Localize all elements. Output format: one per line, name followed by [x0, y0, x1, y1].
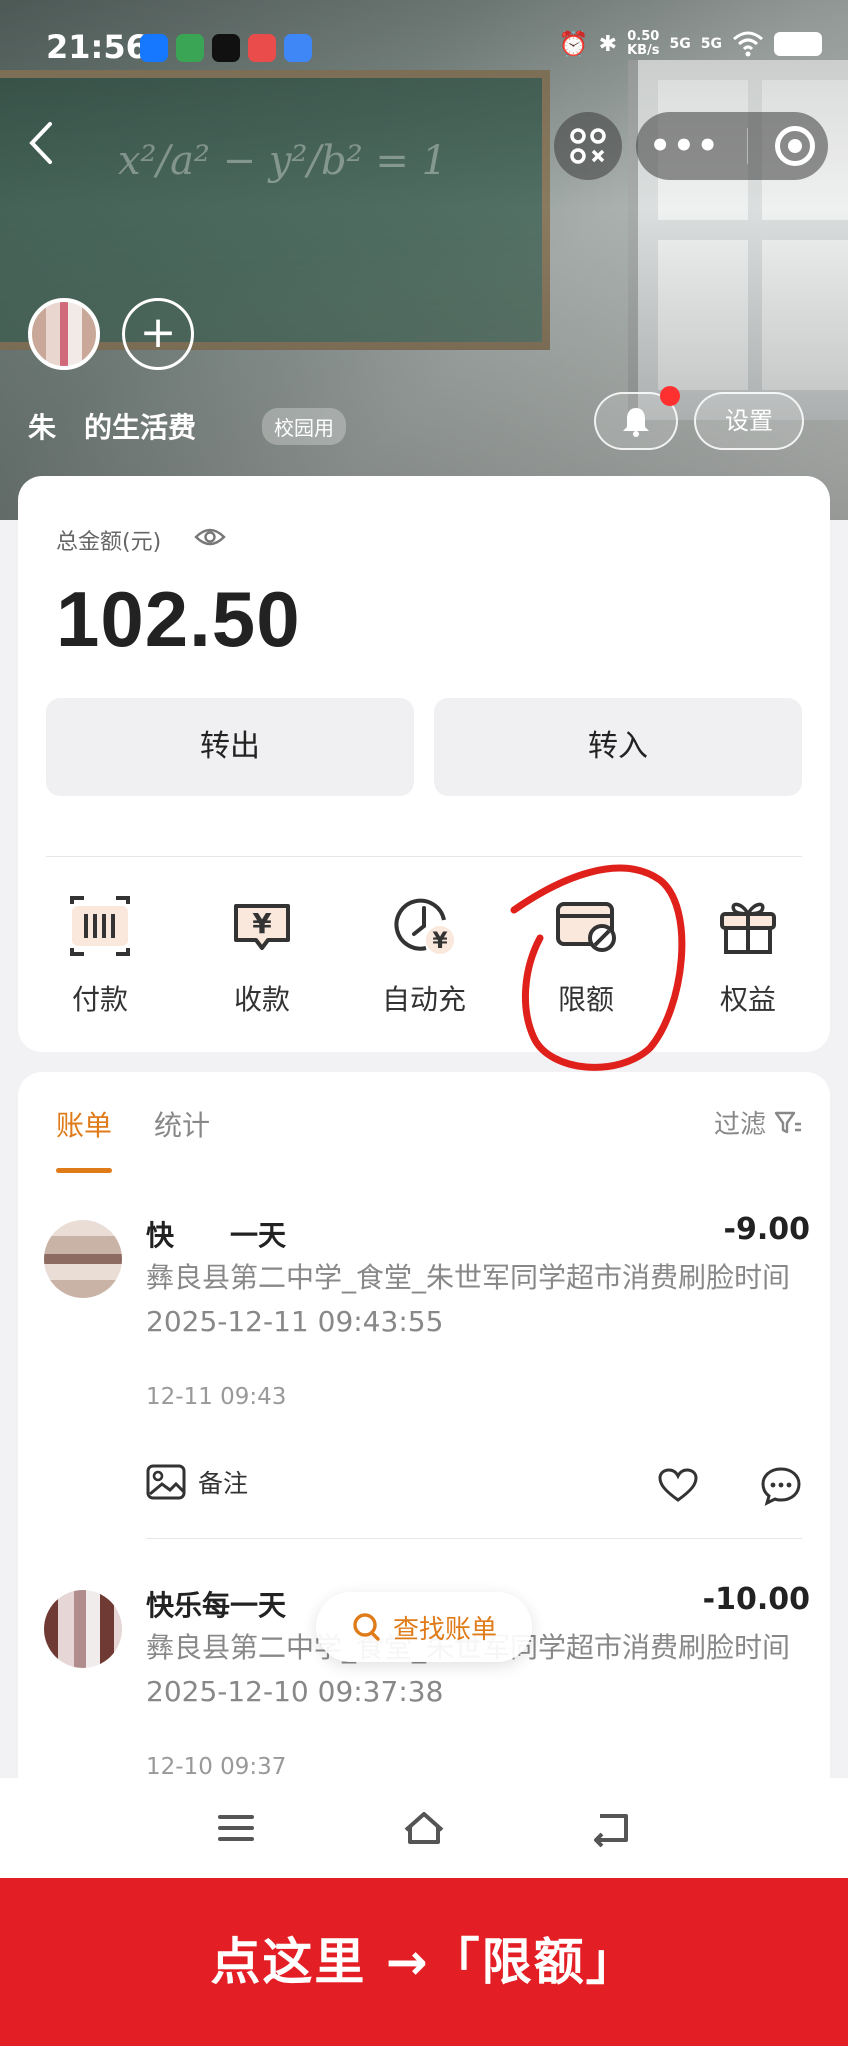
transfer-in-button[interactable]: 转入	[434, 698, 802, 796]
back-nav-icon[interactable]	[590, 1808, 634, 1848]
battery-icon	[774, 32, 822, 56]
alipay-icon	[140, 34, 168, 62]
tool-label: 限额	[557, 983, 614, 1016]
bill-title: 快乐每一天	[146, 1589, 287, 1622]
scan-button[interactable]	[554, 112, 622, 180]
bill-list-card: 账单 统计 过滤 快 一天 -9.00 彝良县第二中学_食堂_朱世军同学超市消费…	[18, 1072, 830, 1832]
home-icon[interactable]	[402, 1808, 446, 1848]
mini-program-capsule: •••	[636, 112, 828, 180]
alarm-icon: ⏰	[558, 30, 589, 58]
bill-amount: -10.00	[702, 1582, 810, 1617]
balance-amount: 102.50	[56, 575, 301, 663]
notification-icons	[140, 34, 312, 62]
owner-avatar[interactable]	[28, 298, 100, 370]
notification-button[interactable]	[594, 386, 680, 450]
svg-text:¥: ¥	[432, 929, 448, 954]
tiktok-icon	[212, 34, 240, 62]
bell-icon	[623, 408, 649, 437]
svg-text:¥: ¥	[252, 907, 272, 940]
unread-dot	[660, 386, 680, 406]
close-program-button[interactable]	[774, 126, 815, 166]
app-red-icon	[248, 34, 276, 62]
back-button[interactable]	[26, 118, 66, 174]
eye-icon[interactable]	[194, 526, 226, 548]
note-label: 备注	[198, 1469, 249, 1498]
payment-code-icon	[70, 896, 130, 956]
tool-pay[interactable]: 付款	[30, 890, 170, 1018]
tab-statistics[interactable]: 统计	[154, 1104, 210, 1144]
find-bill-label: 查找账单	[392, 1614, 497, 1645]
signal-icon: 5G	[669, 36, 691, 52]
add-note-button[interactable]: 备注	[146, 1464, 248, 1500]
chevron-left-icon	[29, 122, 52, 164]
search-icon	[353, 1613, 380, 1641]
menu-icon[interactable]	[214, 1808, 258, 1848]
divider	[146, 1538, 802, 1539]
bluetooth-icon: ✱	[598, 31, 618, 57]
app-blue-icon	[284, 34, 312, 62]
payee-avatar	[44, 1220, 122, 1298]
bill-time: 12-11 09:43	[146, 1384, 287, 1410]
more-menu-button[interactable]: •••	[649, 126, 720, 166]
tool-label: 权益	[719, 983, 776, 1016]
scan-icon	[570, 128, 606, 164]
status-time: 21:56	[46, 28, 148, 66]
gift-icon	[720, 902, 776, 954]
tool-limit[interactable]: 限额	[516, 890, 656, 1018]
comment-icon[interactable]	[760, 1466, 802, 1506]
net-speed: 0.50 KB/s	[627, 29, 660, 58]
active-tab-indicator	[56, 1168, 112, 1173]
filter-button[interactable]: 过滤	[714, 1104, 802, 1141]
signal-icon: 5G	[700, 36, 722, 52]
tool-label: 自动充	[381, 983, 466, 1016]
app-green-icon	[176, 34, 204, 62]
image-icon	[146, 1464, 186, 1500]
balance-label: 总金额(元)	[56, 530, 162, 555]
wifi-icon	[733, 31, 763, 57]
balance-card: 总金额(元) 102.50 转出 转入 付款 ¥ 收款 ¥ 自动充 限额 权益	[18, 476, 830, 1052]
system-navigation-bar	[0, 1778, 848, 1878]
filter-label: 过滤	[713, 1110, 766, 1140]
heart-icon[interactable]	[658, 1468, 698, 1504]
campus-badge: 校园用	[262, 408, 346, 445]
tool-receive[interactable]: ¥ 收款	[192, 890, 332, 1018]
bill-title: 快 一天	[146, 1219, 287, 1252]
instruction-banner: 点这里 →「限额」	[0, 1878, 848, 2046]
receive-yuan-icon: ¥	[234, 904, 290, 950]
tool-label: 付款	[71, 983, 128, 1016]
bill-time: 12-10 09:37	[146, 1754, 287, 1780]
tab-bills[interactable]: 账单	[56, 1104, 112, 1144]
divider	[46, 856, 802, 857]
tool-benefits[interactable]: 权益	[678, 890, 818, 1018]
payee-avatar	[44, 1590, 122, 1668]
settings-button[interactable]: 设置	[694, 392, 804, 450]
bill-description: 彝良县第二中学_食堂_朱世军同学超市消费刷脸时间2025-12-11 09:43…	[146, 1261, 791, 1338]
find-bill-button[interactable]: 查找账单	[316, 1592, 532, 1662]
filter-icon	[774, 1111, 801, 1133]
auto-recharge-icon: ¥	[394, 898, 454, 954]
account-name: 朱 的生活费	[28, 411, 197, 444]
tool-label: 收款	[233, 983, 290, 1016]
transfer-out-button[interactable]: 转出	[46, 698, 414, 796]
bill-amount: -9.00	[723, 1212, 810, 1247]
limit-card-icon	[556, 902, 616, 952]
add-member-button[interactable]: +	[122, 298, 194, 370]
tool-auto-recharge[interactable]: ¥ 自动充	[354, 890, 494, 1018]
status-bar: 21:56 ⏰ ✱ 0.50 KB/s 5G 5G	[0, 0, 848, 100]
